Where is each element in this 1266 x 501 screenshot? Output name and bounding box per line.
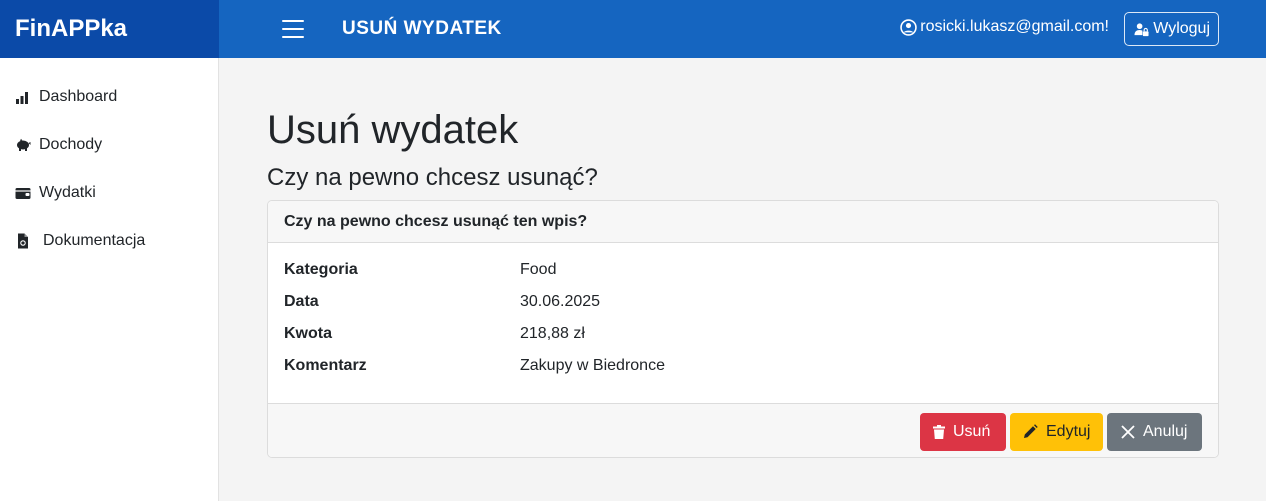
delete-label: Usuń bbox=[953, 423, 991, 440]
page-title: Usuń wydatek bbox=[267, 108, 519, 152]
app-brand[interactable]: FinAPPka bbox=[0, 0, 219, 58]
detail-row-comment: Komentarz Zakupy w Biedronce bbox=[284, 357, 665, 375]
sidebar-item-wydatki[interactable]: Wydatki bbox=[15, 184, 96, 202]
detail-row-date: Data 30.06.2025 bbox=[284, 293, 600, 311]
detail-label: Komentarz bbox=[284, 357, 367, 374]
header-title: USUŃ WYDATEK bbox=[342, 18, 502, 39]
wallet-icon bbox=[15, 188, 31, 199]
trash-icon bbox=[933, 425, 945, 439]
sidebar-item-dokumentacja[interactable]: Dokumentacja bbox=[15, 232, 145, 250]
detail-value: Food bbox=[520, 261, 557, 278]
close-icon bbox=[1121, 425, 1135, 439]
edit-label: Edytuj bbox=[1046, 423, 1091, 440]
delete-button[interactable]: Usuń bbox=[920, 413, 1006, 451]
user-email: rosicki.lukasz@gmail.com! bbox=[920, 18, 1109, 35]
logout-label: Wyloguj bbox=[1153, 20, 1210, 37]
page-subtitle: Czy na pewno chcesz usunąć? bbox=[267, 164, 598, 191]
card-footer: Usuń Edytuj Anuluj bbox=[268, 403, 1218, 457]
cancel-button[interactable]: Anuluj bbox=[1107, 413, 1202, 451]
edit-button[interactable]: Edytuj bbox=[1010, 413, 1103, 451]
logout-button[interactable]: Wyloguj bbox=[1124, 12, 1219, 46]
detail-row-category: Kategoria Food bbox=[284, 261, 556, 279]
detail-label: Kategoria bbox=[284, 261, 358, 278]
sidebar-item-label: Dashboard bbox=[39, 88, 118, 105]
detail-row-amount: Kwota 218,88 zł bbox=[284, 325, 585, 343]
document-icon bbox=[18, 233, 28, 249]
sidebar-item-label: Wydatki bbox=[39, 184, 96, 201]
detail-label: Data bbox=[284, 293, 319, 310]
sidebar: Dashboard Dochody Wydatki Dokumentacja bbox=[0, 58, 219, 501]
top-navbar: USUŃ WYDATEK rosicki.lukasz@gmail.com! W… bbox=[219, 0, 1266, 58]
confirm-delete-card: Czy na pewno chcesz usunąć ten wpis? Kat… bbox=[267, 200, 1219, 458]
pencil-icon bbox=[1024, 424, 1038, 438]
hamburger-menu-icon[interactable] bbox=[282, 20, 304, 38]
detail-value: 30.06.2025 bbox=[520, 293, 601, 310]
user-circle-icon bbox=[900, 18, 917, 36]
cancel-label: Anuluj bbox=[1143, 423, 1188, 440]
sidebar-item-label: Dokumentacja bbox=[43, 232, 146, 249]
detail-label: Kwota bbox=[284, 325, 332, 342]
bar-chart-icon bbox=[16, 92, 28, 104]
sidebar-item-label: Dochody bbox=[39, 136, 103, 153]
card-header: Czy na pewno chcesz usunąć ten wpis? bbox=[268, 201, 1218, 243]
sidebar-item-dochody[interactable]: Dochody bbox=[15, 136, 102, 154]
piggy-bank-icon bbox=[17, 138, 31, 151]
detail-value: Zakupy w Biedronce bbox=[520, 357, 665, 374]
user-info: rosicki.lukasz@gmail.com! bbox=[900, 18, 1109, 36]
detail-value: 218,88 zł bbox=[520, 325, 585, 342]
sidebar-item-dashboard[interactable]: Dashboard bbox=[15, 88, 117, 106]
user-lock-icon bbox=[1134, 22, 1149, 36]
